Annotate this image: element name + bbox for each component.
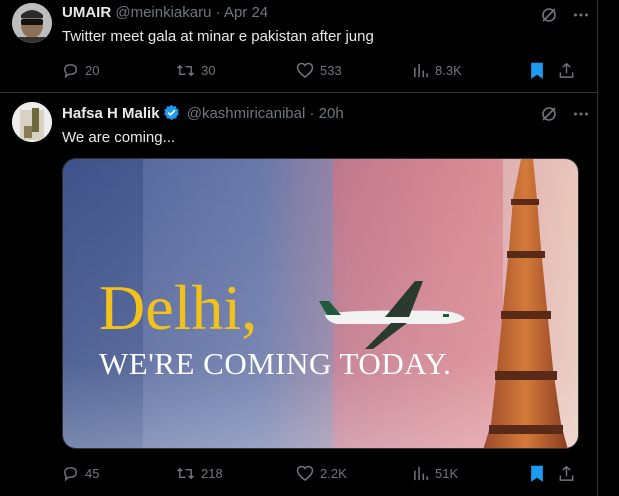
retweet-count: 218 [201,465,223,481]
retweet-icon [176,64,195,76]
tweet-header: Hafsa H Malik @kashmiricanibal · 20h [62,104,344,127]
retweet-icon [176,467,195,479]
views-count: 8.3K [435,62,462,78]
grok-icon[interactable] [540,105,558,123]
verified-badge-icon[interactable] [163,104,180,127]
tweet-top-actions [540,105,590,123]
bookmark-icon [531,62,543,79]
timestamp[interactable]: Apr 24 [224,4,268,21]
tweet-text: Twitter meet gala at minar e pakistan af… [62,28,374,45]
retweet-button[interactable]: 30 [176,60,215,80]
reply-button[interactable]: 20 [62,60,99,80]
timestamp[interactable]: 20h [319,105,344,122]
tweet-top-actions [540,6,590,24]
tweet-media-image[interactable]: Delhi, WE'RE COMING TODAY. [62,158,579,449]
user-handle[interactable]: @kashmiricanibal [187,105,306,122]
bookmark-button[interactable] [529,60,545,80]
reply-icon [64,466,77,481]
tweet-text: We are coming... [62,129,176,146]
share-icon [559,465,574,481]
retweet-button[interactable]: 218 [176,463,223,483]
views-count: 51K [435,465,459,481]
separator: · [215,4,221,21]
views-icon [414,466,428,480]
grok-icon[interactable] [540,6,558,24]
separator: · [309,105,315,122]
avatar[interactable] [12,102,52,142]
tweet-header: UMAIR @meinkiakaru · Apr 24 [62,3,268,23]
like-icon [296,62,314,78]
bookmark-button[interactable] [529,463,545,483]
avatar[interactable] [12,3,52,43]
like-button[interactable]: 2.2K [296,463,347,483]
like-icon [296,465,314,481]
views-button[interactable]: 51K [412,463,458,483]
reply-icon [64,63,77,78]
views-button[interactable]: 8.3K [412,60,462,80]
reply-button[interactable]: 45 [62,463,99,483]
reply-count: 20 [85,62,100,78]
reply-count: 45 [85,465,100,481]
share-icon [559,62,574,78]
retweet-count: 30 [201,62,216,78]
media-headline: Delhi, [99,272,258,343]
more-icon[interactable] [572,105,590,123]
timeline: UMAIR @meinkiakaru · Apr 24 Twitter meet… [0,0,598,496]
share-button[interactable] [558,60,575,80]
tweet-actions: 45 218 2.2K 51K [62,463,586,483]
tweet[interactable]: UMAIR @meinkiakaru · Apr 24 Twitter meet… [0,0,598,93]
media-subline: WE'RE COMING TODAY. [99,346,452,381]
tweet-actions: 20 30 533 8.3K [62,60,586,80]
display-name[interactable]: UMAIR [62,4,111,21]
like-count: 533 [320,62,342,78]
like-count: 2.2K [320,465,347,481]
bookmark-icon [531,465,543,482]
tweet[interactable]: Hafsa H Malik @kashmiricanibal · 20h We … [0,93,598,496]
views-icon [414,63,428,77]
display-name[interactable]: Hafsa H Malik [62,105,160,122]
share-button[interactable] [558,463,575,483]
user-handle[interactable]: @meinkiakaru [115,4,211,21]
more-icon[interactable] [572,6,590,24]
like-button[interactable]: 533 [296,60,342,80]
